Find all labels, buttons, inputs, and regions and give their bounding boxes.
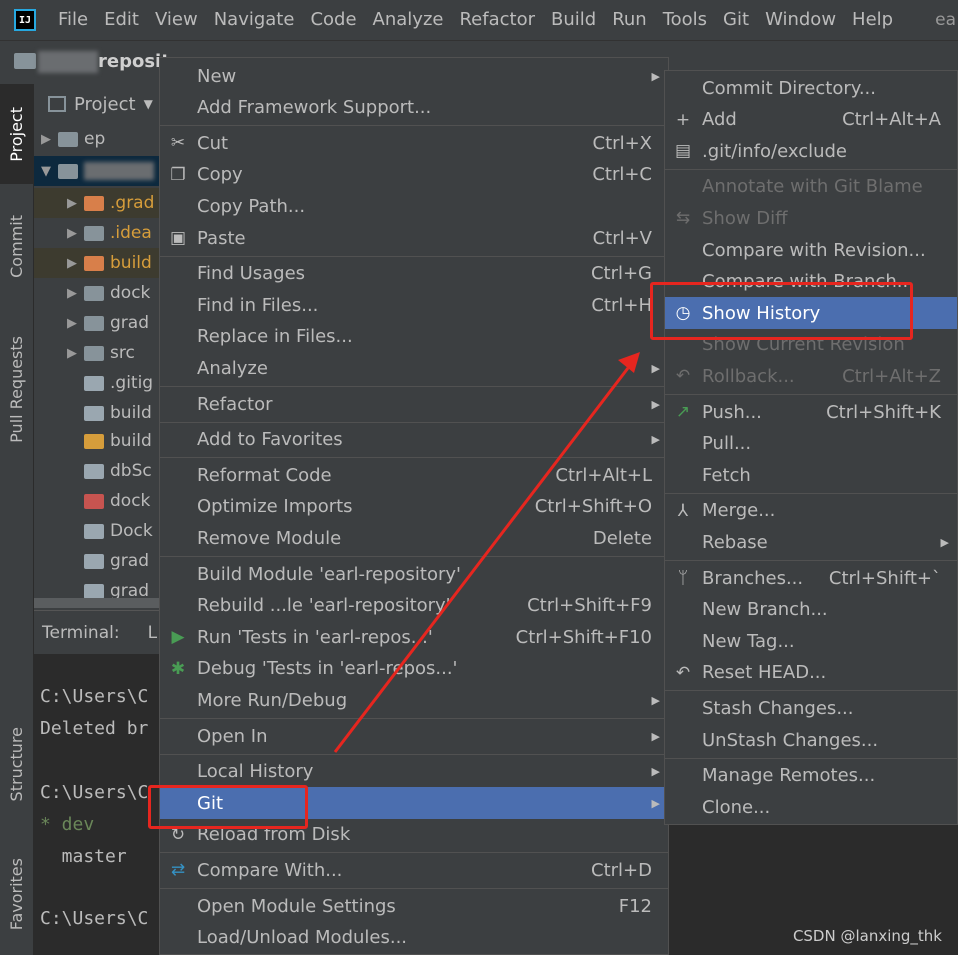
watermark: CSDN @lanxing_thk (792, 927, 942, 945)
annotation-arrow-head (618, 352, 640, 373)
annotation-arrow (333, 352, 640, 753)
annotation-arrow-line (333, 367, 630, 753)
